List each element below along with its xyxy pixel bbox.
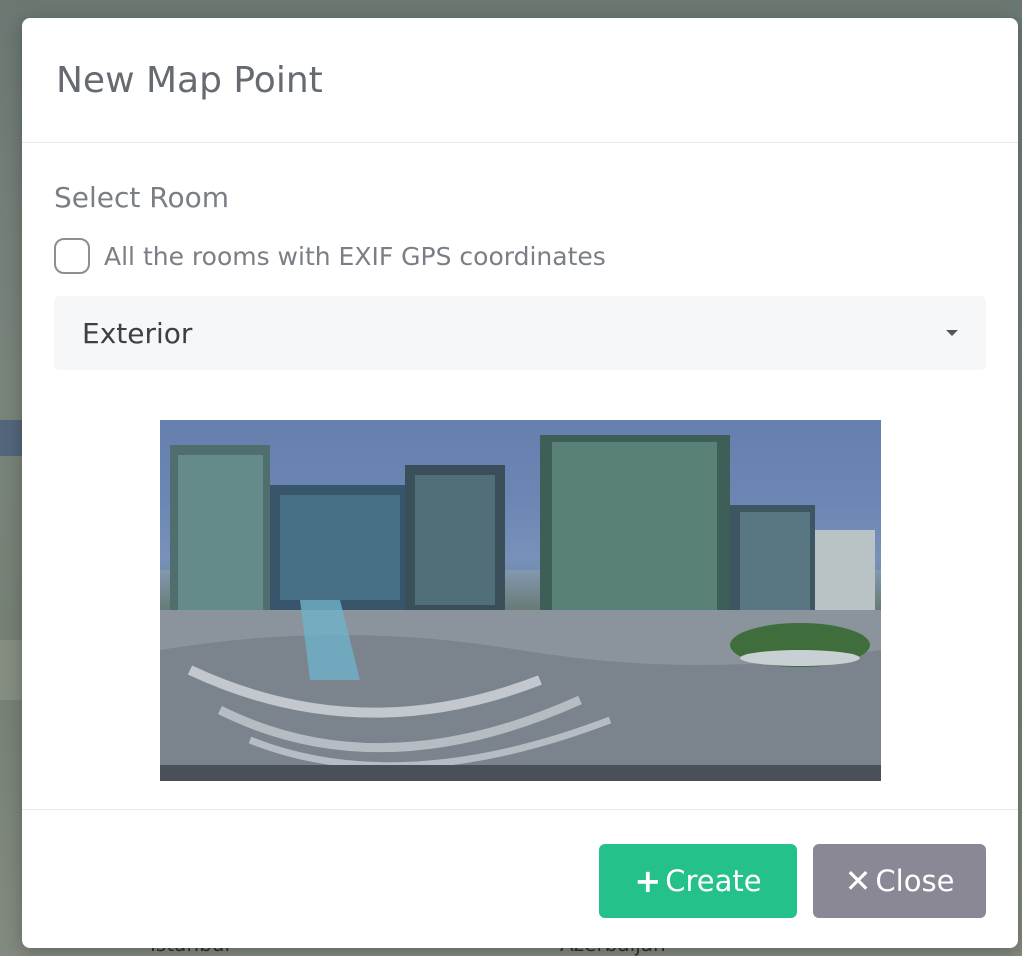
modal-footer: + Create ✕ Close [22, 809, 1018, 948]
room-select[interactable]: Exterior [54, 296, 986, 370]
panorama-illustration [160, 420, 881, 781]
exif-checkbox-row: All the rooms with EXIF GPS coordinates [54, 238, 986, 274]
close-button-label: Close [875, 864, 955, 898]
room-preview-image [160, 420, 881, 781]
exif-gps-checkbox-label[interactable]: All the rooms with EXIF GPS coordinates [104, 242, 606, 271]
select-room-label: Select Room [54, 181, 230, 214]
plus-icon: + [634, 862, 662, 900]
close-icon: ✕ [844, 862, 872, 900]
caret-down-icon [946, 330, 958, 336]
modal-header: New Map Point [22, 18, 1018, 143]
new-map-point-modal: New Map Point Select Room All the rooms … [22, 18, 1018, 948]
create-button[interactable]: + Create [599, 844, 797, 918]
create-button-label: Create [665, 864, 762, 898]
modal-body: Select Room All the rooms with EXIF GPS … [22, 143, 1018, 846]
modal-title: New Map Point [56, 59, 323, 101]
close-button[interactable]: ✕ Close [813, 844, 986, 918]
exif-gps-checkbox[interactable] [54, 238, 90, 274]
room-select-value: Exterior [82, 316, 193, 350]
